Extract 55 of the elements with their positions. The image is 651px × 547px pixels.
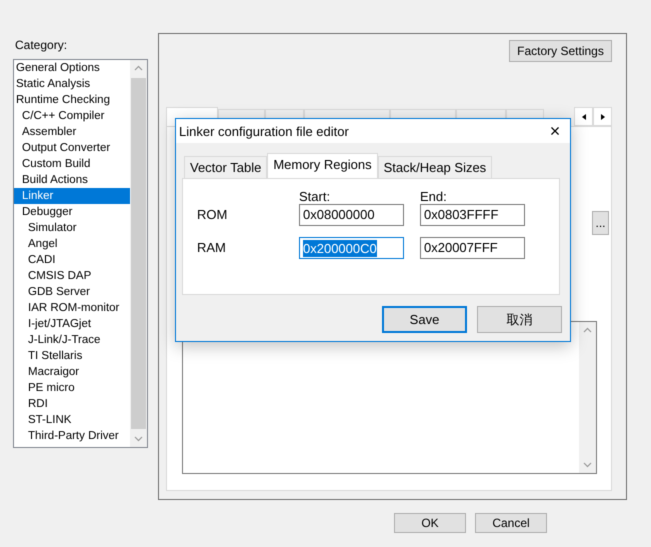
category-item[interactable]: General Options <box>14 60 130 76</box>
factory-settings-button[interactable]: Factory Settings <box>509 40 612 62</box>
tab-scroll-right-button[interactable] <box>593 107 612 126</box>
dialog-button[interactable]: Save <box>382 306 467 333</box>
category-item[interactable]: Linker <box>14 188 130 204</box>
category-item[interactable]: I-jet/JTAGjet <box>14 316 130 332</box>
category-item[interactable]: Assembler <box>14 124 130 140</box>
address-field[interactable]: 0x200000C0 <box>299 237 404 259</box>
scrollbar[interactable] <box>579 322 596 473</box>
category-item[interactable]: Output Converter <box>14 140 130 156</box>
category-item[interactable]: PE micro <box>14 380 130 396</box>
category-item[interactable]: Runtime Checking <box>14 92 130 108</box>
address-field[interactable]: 0x0803FFFF <box>420 204 525 226</box>
category-item[interactable]: Angel <box>14 236 130 252</box>
category-item[interactable]: Simulator <box>14 220 130 236</box>
scroll-down-icon[interactable] <box>583 462 592 468</box>
scroll-up-icon[interactable] <box>583 327 592 333</box>
category-item[interactable]: IAR ROM-monitor <box>14 300 130 316</box>
window-title: Linker configuration file editor <box>179 124 350 138</box>
close-button[interactable]: × <box>540 120 570 142</box>
category-item[interactable]: GDB Server <box>14 284 130 300</box>
category-item[interactable]: Debugger <box>14 204 130 220</box>
category-list[interactable] <box>13 59 148 448</box>
left-arrow-icon <box>582 114 586 120</box>
category-item[interactable]: C/C++ Compiler <box>14 108 130 124</box>
address-field[interactable]: 0x20007FFF <box>420 237 525 259</box>
category-item[interactable]: Build Actions <box>14 172 130 188</box>
category-item[interactable]: ST-LINK <box>14 412 130 428</box>
dialog-button[interactable]: Cancel <box>475 513 547 533</box>
dialog-button[interactable]: OK <box>394 513 466 533</box>
end-label: End: <box>420 189 448 205</box>
category-item[interactable]: CADI <box>14 252 130 268</box>
category-item[interactable]: Macraigor <box>14 364 130 380</box>
category-item[interactable]: TI Stellaris <box>14 348 130 364</box>
category-item[interactable]: J-Link/J-Trace <box>14 332 130 348</box>
category-item[interactable]: Custom Build <box>14 156 130 172</box>
region-name: ROM <box>197 206 228 224</box>
tab[interactable]: Vector Table <box>184 156 268 178</box>
category-label: Category: <box>15 37 68 53</box>
category-item[interactable]: Static Analysis <box>14 76 130 92</box>
category-item[interactable]: Third-Party Driver <box>14 428 130 444</box>
start-label: Start: <box>299 189 332 205</box>
category-item[interactable]: CMSIS DAP <box>14 268 130 284</box>
category-item[interactable]: RDI <box>14 396 130 412</box>
tab[interactable]: Memory Regions <box>267 153 378 178</box>
tab-scroll-left-button[interactable] <box>574 107 593 126</box>
scroll-up-icon[interactable] <box>134 65 143 71</box>
right-arrow-icon <box>600 114 604 120</box>
address-field[interactable]: 0x08000000 <box>299 204 404 226</box>
dialog-button[interactable]: 取消 <box>477 306 562 333</box>
region-name: RAM <box>197 239 227 257</box>
browse-button[interactable]: ... <box>592 211 609 235</box>
scrollbar[interactable] <box>130 60 147 447</box>
scroll-down-icon[interactable] <box>134 436 143 442</box>
tab[interactable]: Stack/Heap Sizes <box>378 156 492 178</box>
